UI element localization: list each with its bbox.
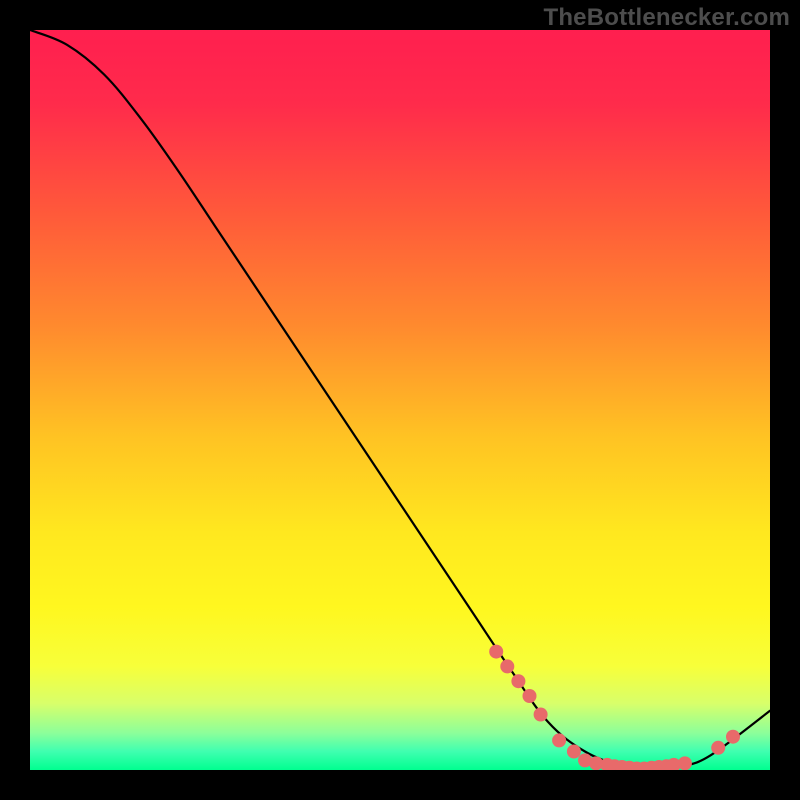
chart-frame bbox=[30, 30, 770, 770]
scatter-dot bbox=[678, 756, 692, 770]
chart-stage: TheBottlenecker.com bbox=[0, 0, 800, 800]
gradient-background bbox=[30, 30, 770, 770]
scatter-dot bbox=[567, 745, 581, 759]
scatter-dot bbox=[711, 741, 725, 755]
scatter-dot bbox=[500, 659, 514, 673]
scatter-dot bbox=[726, 730, 740, 744]
scatter-dot bbox=[534, 708, 548, 722]
chart-svg bbox=[30, 30, 770, 770]
scatter-dot bbox=[552, 733, 566, 747]
watermark-text: TheBottlenecker.com bbox=[543, 4, 790, 32]
scatter-dot bbox=[489, 645, 503, 659]
scatter-dot bbox=[523, 689, 537, 703]
scatter-dot bbox=[511, 674, 525, 688]
